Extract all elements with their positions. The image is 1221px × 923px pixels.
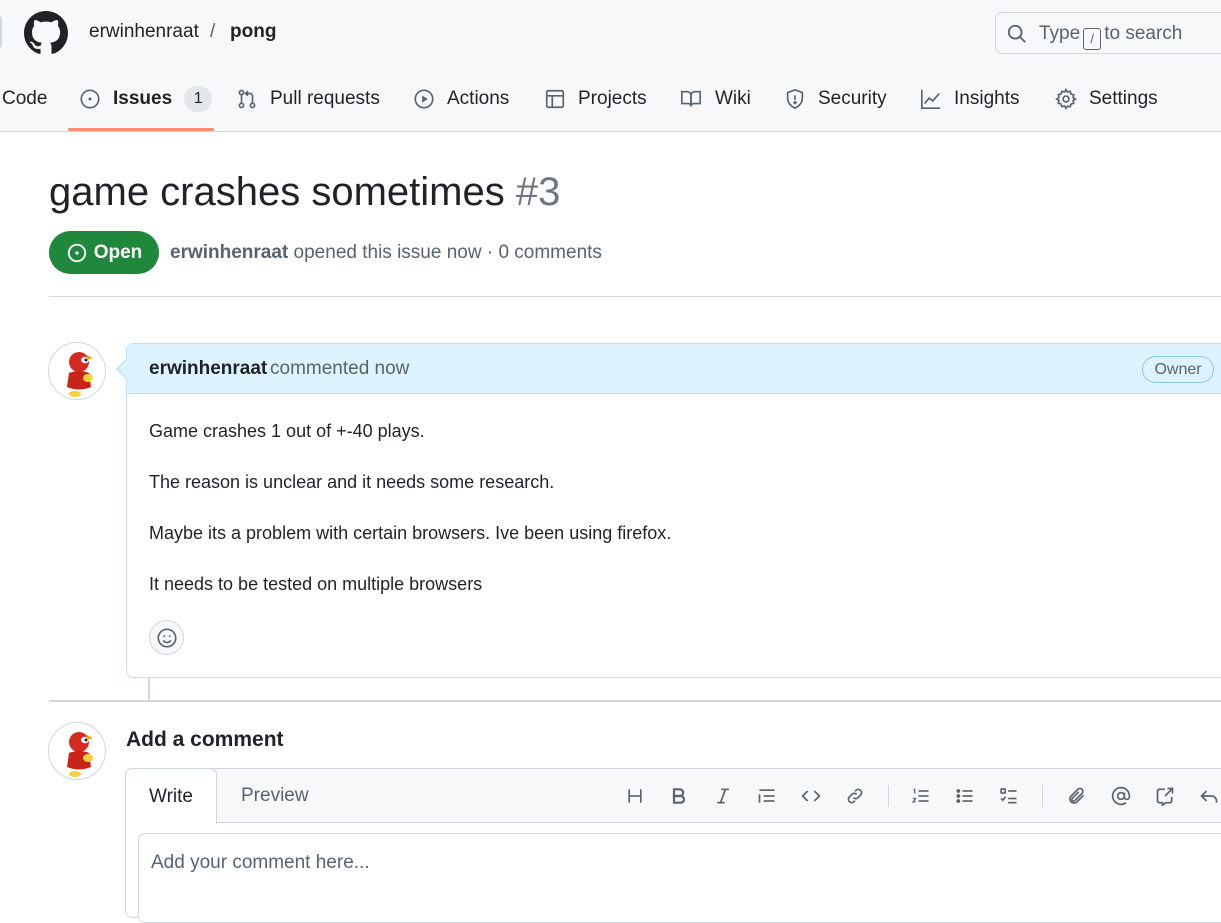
add-comment-heading: Add a comment [126,728,284,751]
comment-paragraph: Maybe its a problem with certain browser… [149,523,672,543]
tab-actions[interactable]: Actions [413,82,509,116]
comment-pointer-fill [118,359,128,379]
comment-placeholder: Add your comment here... [151,852,370,873]
bold-icon[interactable] [667,784,691,808]
issue-meta-text: opened this issue now · 0 comments [293,242,602,263]
italic-icon[interactable] [711,784,735,808]
tab-security[interactable]: Security [784,82,887,116]
header-divider [49,296,1221,297]
repo-path-separator: / [210,21,216,42]
unordered-list-icon[interactable] [953,784,977,808]
toolbar-separator [888,785,889,807]
issues-count-badge: 1 [184,86,213,112]
tab-write[interactable]: Write [125,768,217,824]
timeline-divider [49,700,1221,702]
tab-label: Wiki [715,88,751,109]
issue-title: game crashes sometimes #3 [49,170,560,215]
avatar-image [67,732,93,777]
tab-label: Pull requests [270,88,380,109]
gear-icon [1055,88,1077,110]
issue-title-text: game crashes sometimes [49,170,505,214]
table-icon [544,88,566,110]
task-list-icon[interactable] [997,784,1021,808]
tab-label: Issues [113,88,173,109]
repo-header: erwinhenraat / pong Type / to search Code … [0,0,1221,132]
tab-insights[interactable]: Insights [920,82,1019,116]
tab-code[interactable]: Code [2,82,47,116]
search-prefix: Type [1039,23,1081,44]
reply-icon[interactable] [1197,784,1221,808]
tab-projects[interactable]: Projects [544,82,647,116]
avatar[interactable] [48,722,106,780]
quote-icon[interactable] [755,784,779,808]
avatar-image [67,352,93,397]
tab-wiki[interactable]: Wiki [679,82,751,116]
cross-reference-icon[interactable] [1153,784,1177,808]
ordered-list-icon[interactable] [909,784,933,808]
issue-state-label: Open [93,241,143,263]
comment-paragraph: It needs to be tested on multiple browse… [149,574,483,594]
code-icon[interactable] [799,784,823,808]
git-pull-request-icon [236,88,258,110]
link-icon[interactable] [843,784,867,808]
search-shortcut-key: / [1083,28,1102,50]
avatar[interactable] [48,342,106,400]
mention-icon[interactable] [1109,784,1133,808]
play-icon [413,88,435,110]
tab-pull-requests[interactable]: Pull requests [236,82,380,116]
toolbar-separator [1042,785,1043,807]
search-input[interactable]: Type / to search [995,12,1221,54]
github-mark-icon[interactable] [24,11,68,55]
tab-label: Security [818,88,887,109]
heading-icon[interactable] [623,784,647,808]
issue-state-badge: Open [49,231,159,274]
attach-icon[interactable] [1065,784,1089,808]
shield-icon [784,88,806,110]
comment-author-link[interactable]: erwinhenraat [149,358,267,380]
search-icon [1006,23,1028,45]
smiley-icon [156,627,178,649]
header-edge [0,17,2,47]
tab-label: Insights [954,88,1020,109]
issue-number: #3 [515,170,561,214]
active-tab-indicator [68,128,214,131]
issue-comment [126,343,1221,678]
timeline-connector [148,678,150,700]
owner-badge: Owner [1142,356,1214,383]
add-reaction-button[interactable] [149,620,184,655]
repo-owner-link[interactable]: erwinhenraat [89,21,199,43]
tab-label: Actions [447,88,510,109]
repo-name-link[interactable]: pong [230,21,276,43]
tab-preview[interactable]: Preview [241,785,309,807]
book-icon [679,88,703,110]
comment-paragraph: Game crashes 1 out of +-40 plays. [149,421,425,441]
tab-label: Settings [1089,88,1158,109]
comment-paragraph: The reason is unclear and it needs some … [149,472,555,492]
graph-icon [920,88,942,110]
issue-opened-icon [79,88,101,110]
issue-meta: erwinhenraat opened this issue now · 0 c… [170,242,602,264]
editor-toolbar: Write Preview [125,768,1221,824]
search-placeholder: Type / to search [1039,23,1182,50]
search-suffix: to search [1104,23,1183,44]
comment-textarea[interactable]: Add your comment here... [138,833,1221,923]
issue-author-link[interactable]: erwinhenraat [170,242,288,263]
tab-issues[interactable]: Issues 1 [79,82,213,116]
tab-settings[interactable]: Settings [1055,82,1158,116]
tab-label: Code [2,88,48,109]
issue-opened-icon [66,242,94,264]
tab-label: Projects [578,88,647,109]
comment-editor: Write Preview Add your comment here... [125,768,1221,923]
comment-timestamp[interactable]: commented now [270,358,409,380]
